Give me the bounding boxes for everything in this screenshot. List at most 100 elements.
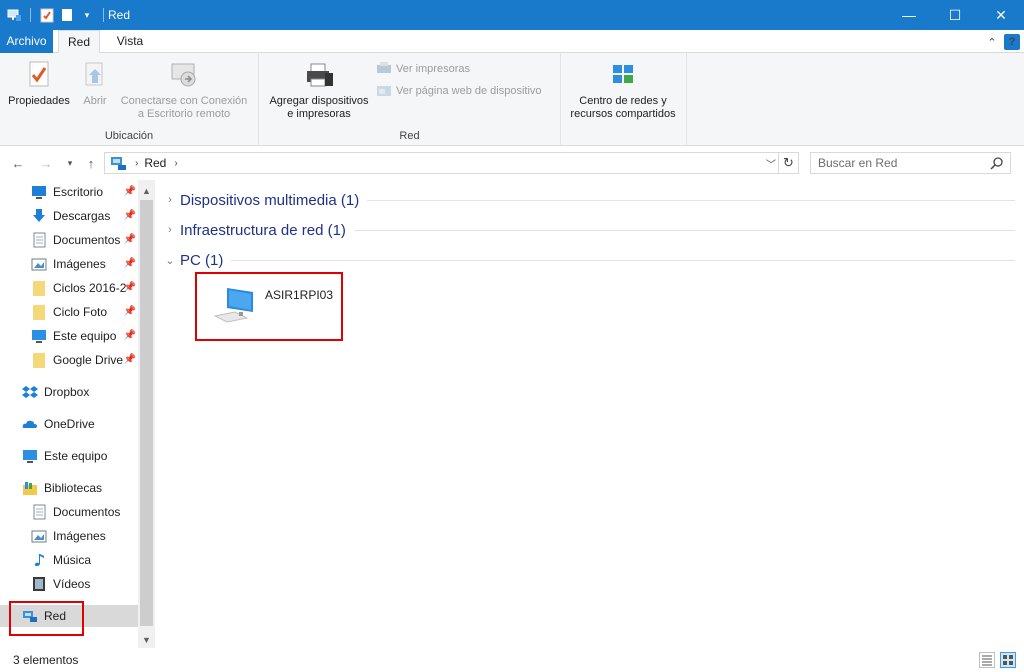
network-group-label: Red	[399, 130, 420, 142]
scroll-down-icon[interactable]: ▼	[138, 631, 155, 648]
sidebar-item-desktop[interactable]: Escritorio 📌	[0, 181, 138, 203]
tab-network[interactable]: Red	[58, 30, 100, 54]
add-devices-button[interactable]: Agregar dispositivos e impresoras	[263, 59, 375, 121]
quick-access-toolbar: ▾	[6, 5, 108, 25]
music-icon	[34, 554, 44, 566]
chevron-down-icon[interactable]: ▾	[79, 7, 95, 23]
open-icon	[85, 62, 103, 86]
minimize-icon: —	[902, 7, 916, 23]
minimize-button[interactable]: —	[886, 0, 932, 30]
pin-icon[interactable]: 📌	[124, 210, 136, 221]
sidebar-item-google-drive[interactable]: Google Drive 📌	[0, 349, 138, 371]
sidebar-item-dropbox[interactable]: Dropbox	[0, 381, 138, 403]
network-center-button[interactable]: Centro de redes y recursos compartidos	[563, 59, 683, 121]
view-device-webpage-label: Ver página web de dispositivo	[396, 85, 542, 97]
highlight-box-network	[9, 601, 84, 636]
arrow-left-icon: ←	[11, 155, 25, 171]
details-view-button[interactable]	[979, 652, 995, 668]
details-view-icon	[982, 655, 992, 666]
sidebar-scrollbar[interactable]: ▲ ▼	[138, 180, 155, 648]
properties-icon[interactable]	[39, 7, 55, 23]
sidebar-item-ciclo-foto[interactable]: Ciclo Foto 📌	[0, 301, 138, 323]
pin-icon[interactable]: 📌	[124, 234, 136, 245]
chevron-right-icon[interactable]: ›	[163, 194, 177, 206]
breadcrumb-network[interactable]: Red	[144, 156, 166, 170]
search-box[interactable]	[810, 152, 1011, 174]
sidebar-item-lib-pictures[interactable]: Imágenes	[0, 525, 138, 547]
sidebar-item-this-pc-pinned[interactable]: Este equipo 📌	[0, 325, 138, 347]
close-button[interactable]: ✕	[978, 0, 1024, 30]
network-center-label-1: Centro de redes y	[579, 95, 667, 107]
sidebar-item-label: Dropbox	[44, 385, 90, 399]
desktop-icon	[32, 186, 46, 199]
sidebar-item-label: OneDrive	[44, 417, 95, 431]
properties-button[interactable]: Propiedades	[4, 59, 74, 108]
address-dropdown-icon[interactable]: ﹀	[766, 156, 776, 171]
view-printers-button[interactable]: Ver impresoras	[376, 62, 470, 76]
pin-icon[interactable]: 📌	[124, 282, 136, 293]
network-window-icon[interactable]	[6, 7, 22, 23]
group-title: Infraestructura de red (1)	[180, 221, 346, 239]
chevron-right-icon[interactable]: ›	[174, 158, 177, 169]
maximize-button[interactable]: ☐	[932, 0, 978, 30]
large-icons-view-button[interactable]	[1000, 652, 1016, 668]
video-icon	[33, 577, 45, 591]
remote-desktop-icon	[171, 63, 196, 87]
sidebar-item-label: Ciclo Foto	[53, 305, 108, 319]
new-folder-icon[interactable]	[59, 7, 75, 23]
arrow-right-icon: →	[39, 155, 53, 171]
sidebar-item-lib-music[interactable]: Música	[0, 549, 138, 571]
group-pc[interactable]: ⌄ PC (1)	[163, 248, 1015, 272]
chevron-right-icon[interactable]: ›	[163, 224, 177, 236]
address-bar[interactable]: › Red › ﹀	[104, 152, 779, 174]
search-icon[interactable]	[990, 156, 1004, 170]
computer-item[interactable]: ASIR1RPI03	[195, 272, 343, 341]
sidebar-item-lib-videos[interactable]: Vídeos	[0, 573, 138, 595]
open-button[interactable]: Abrir	[78, 59, 112, 108]
sidebar-item-pictures[interactable]: Imágenes 📌	[0, 253, 138, 275]
refresh-button[interactable]: ↻	[779, 152, 799, 174]
pin-icon[interactable]: 📌	[124, 258, 136, 269]
back-button[interactable]: ←	[10, 155, 26, 171]
properties-label: Propiedades	[8, 95, 70, 107]
scroll-up-icon[interactable]: ▲	[138, 182, 155, 199]
sidebar-item-onedrive[interactable]: OneDrive	[0, 413, 138, 435]
group-multimedia-devices[interactable]: › Dispositivos multimedia (1)	[163, 188, 1015, 212]
chevron-down-icon: ▾	[67, 157, 73, 168]
group-network-infrastructure[interactable]: › Infraestructura de red (1)	[163, 218, 1015, 242]
remote-desktop-label-1: Conectarse con Conexión	[120, 95, 248, 107]
arrow-up-icon: ↑	[87, 155, 95, 171]
sidebar-item-ciclos-2016[interactable]: Ciclos 2016-2 📌	[0, 277, 138, 299]
pin-icon[interactable]: 📌	[124, 354, 136, 365]
large-icons-view-icon	[1003, 655, 1013, 665]
sidebar-item-libraries[interactable]: Bibliotecas	[0, 477, 138, 499]
sidebar-item-documents[interactable]: Documentos 📌	[0, 229, 138, 251]
tab-file[interactable]: Archivo	[0, 30, 53, 53]
view-device-webpage-button[interactable]: Ver página web de dispositivo	[376, 84, 542, 98]
qat-separator	[30, 8, 31, 22]
computer-icon	[32, 330, 46, 343]
recent-locations-button[interactable]: ▾	[62, 155, 78, 171]
network-center-label-2: recursos compartidos	[570, 108, 676, 120]
pin-icon[interactable]: 📌	[124, 306, 136, 317]
forward-button[interactable]: →	[38, 155, 54, 171]
sidebar-item-lib-documents[interactable]: Documentos	[0, 501, 138, 523]
pin-icon[interactable]: 📌	[124, 330, 136, 341]
pin-icon[interactable]: 📌	[124, 186, 136, 197]
sidebar-item-downloads[interactable]: Descargas 📌	[0, 205, 138, 227]
collapse-ribbon-icon[interactable]: ⌃	[984, 34, 1000, 50]
chevron-down-icon[interactable]: ⌄	[163, 254, 177, 267]
scrollbar-thumb[interactable]	[140, 200, 153, 626]
help-icon[interactable]: ?	[1004, 34, 1020, 50]
remote-desktop-button[interactable]: Conectarse con Conexión a Escritorio rem…	[116, 59, 252, 121]
search-input[interactable]	[811, 153, 981, 173]
folder-icon	[33, 281, 45, 296]
ribbon: Propiedades Abrir Conectarse con Conexió…	[0, 53, 1024, 146]
location-group-label: Ubicación	[104, 130, 154, 142]
sidebar-item-this-pc[interactable]: Este equipo	[0, 445, 138, 467]
libraries-icon	[23, 482, 37, 495]
up-button[interactable]: ↑	[83, 155, 99, 171]
tab-view[interactable]: Vista	[106, 30, 154, 53]
window-title: Red	[108, 8, 131, 22]
device-webpage-icon	[377, 86, 391, 96]
